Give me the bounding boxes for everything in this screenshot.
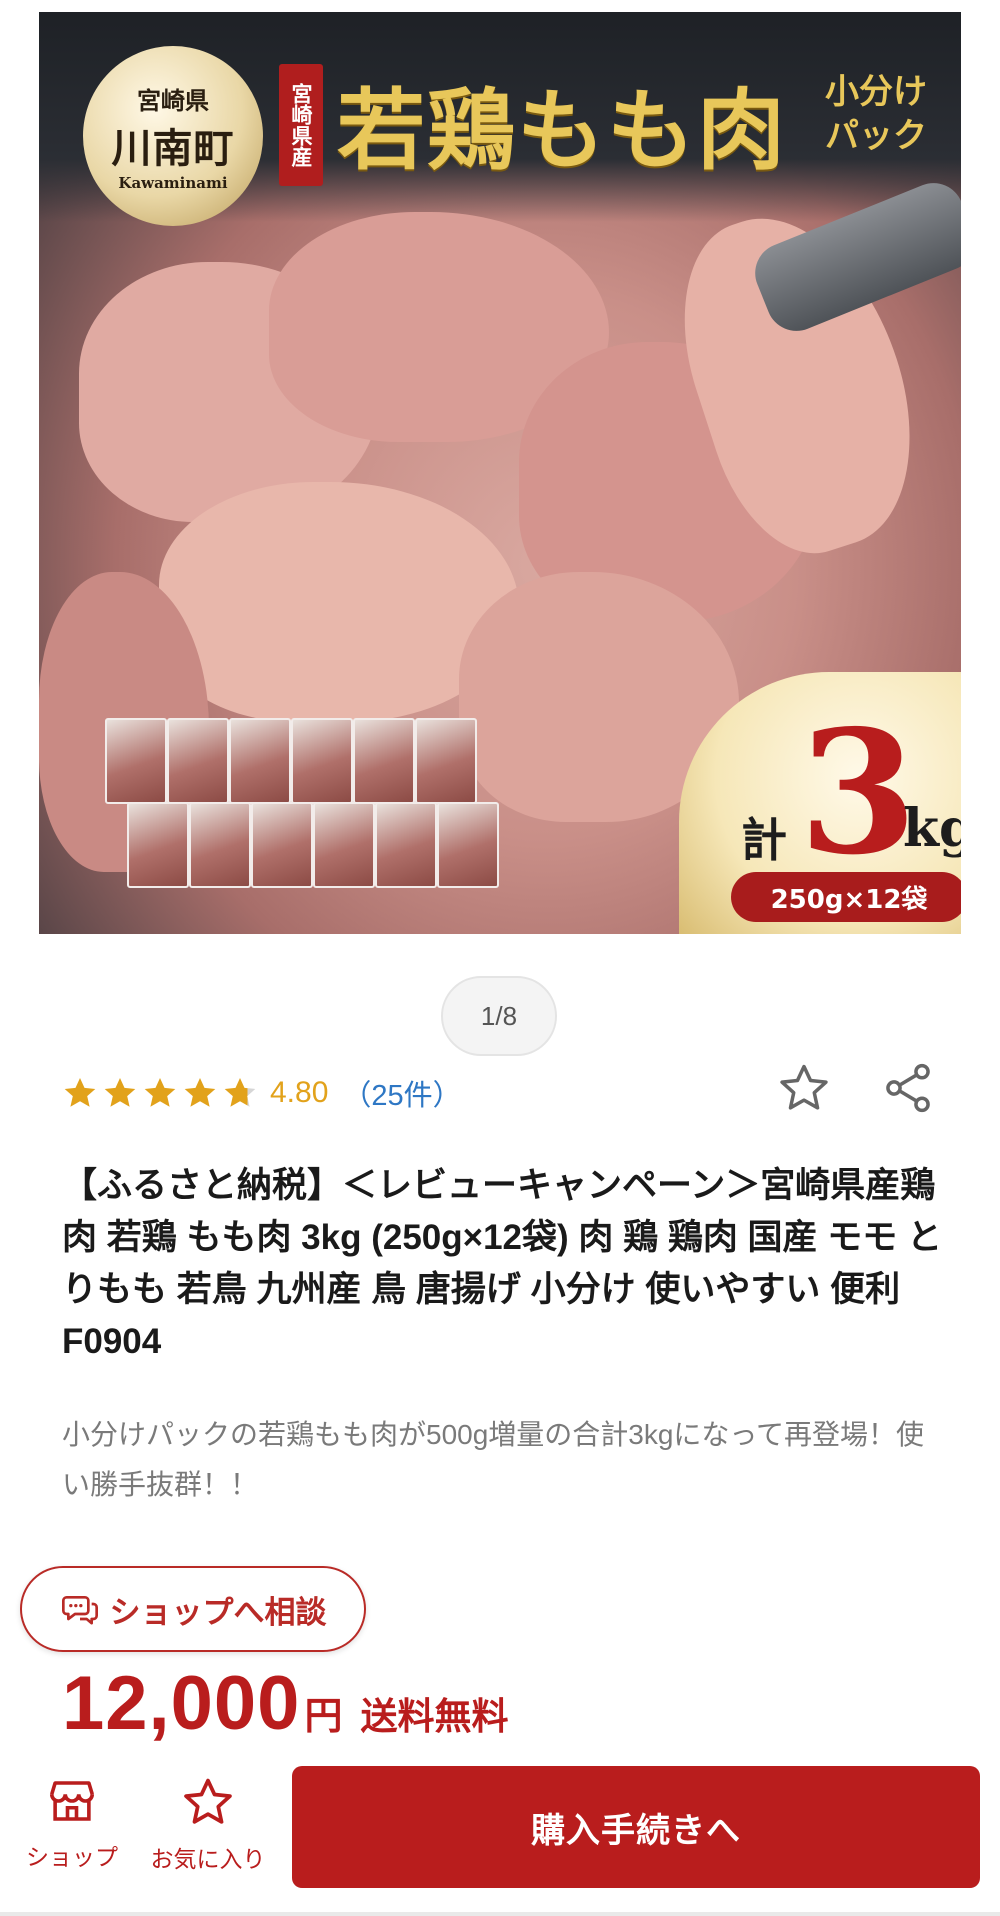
image-headline: 若鶏もも肉 bbox=[337, 78, 788, 182]
pack-note: 250g×12袋 bbox=[731, 872, 961, 922]
share-icon bbox=[886, 1063, 930, 1113]
total-unit: kg bbox=[903, 798, 961, 859]
review-count-link[interactable]: （25件） bbox=[342, 1072, 461, 1114]
price-amount: 12,000 bbox=[62, 1661, 301, 1746]
shop-nav-label: ショップ bbox=[26, 1844, 118, 1870]
bottom-divider bbox=[0, 1912, 1000, 1916]
star-partial-icon bbox=[224, 1078, 256, 1107]
star-full-icon bbox=[144, 1078, 176, 1107]
shop-nav-button[interactable]: ショップ bbox=[10, 1774, 134, 1872]
product-title: 【ふるさと納税】＜レビューキャンペーン＞宮崎県産鶏肉 若鶏 もも肉 3kg (2… bbox=[62, 1166, 943, 1361]
kawaminami-seal: 宮崎県 川南町 Kawaminami bbox=[83, 46, 263, 226]
rating-row[interactable]: 4.80 （25件） bbox=[62, 1068, 462, 1118]
favorite-nav-button[interactable]: お気に入り bbox=[146, 1774, 270, 1874]
packs-illustration bbox=[67, 708, 499, 918]
add-favorite-button[interactable] bbox=[774, 1058, 834, 1118]
seal-romaji: Kawaminami bbox=[118, 173, 228, 192]
star-full-icon bbox=[104, 1078, 136, 1107]
rating-score: 4.80 bbox=[270, 1076, 329, 1109]
seal-town: 川南町 bbox=[111, 124, 235, 172]
shop-icon bbox=[49, 1781, 95, 1821]
consult-label: ショップへ相談 bbox=[109, 1594, 327, 1630]
favorite-nav-label: お気に入り bbox=[150, 1846, 266, 1872]
favorite-star-icon bbox=[184, 1778, 232, 1824]
share-button[interactable] bbox=[878, 1058, 938, 1118]
image-subheadline: 小分けパック bbox=[825, 72, 927, 156]
catch-copy: 小分けパックの若鶏もも肉が500g増量の合計3kgになって再登場！使い勝手抜群！… bbox=[62, 1419, 925, 1500]
chat-icon bbox=[61, 1596, 98, 1625]
origin-tag: 宮崎県産 bbox=[279, 64, 323, 186]
star-outline-icon bbox=[780, 1064, 828, 1110]
shipping-badge: 送料無料 bbox=[360, 1696, 509, 1737]
star-full-icon bbox=[184, 1078, 216, 1107]
price-unit: 円 bbox=[304, 1696, 343, 1738]
product-image[interactable]: 宮崎県 川南町 Kawaminami 宮崎県産 若鶏もも肉 小分けパック 計 3… bbox=[39, 12, 961, 934]
rating-stars bbox=[62, 1075, 258, 1111]
bottom-action-bar: ショップ お気に入り 購入手続きへ bbox=[0, 1750, 1000, 1916]
image-pager: 1/8 bbox=[441, 976, 557, 1056]
total-prefix: 計 bbox=[741, 813, 787, 867]
checkout-button[interactable]: 購入手続きへ bbox=[292, 1766, 980, 1888]
consult-shop-button[interactable]: ショップへ相談 bbox=[20, 1566, 366, 1652]
star-full-icon bbox=[64, 1078, 96, 1107]
total-number: 3 bbox=[799, 693, 918, 893]
seal-prefecture: 宮崎県 bbox=[137, 85, 209, 115]
price-row: 12,000 円 送料無料 bbox=[62, 1660, 508, 1747]
